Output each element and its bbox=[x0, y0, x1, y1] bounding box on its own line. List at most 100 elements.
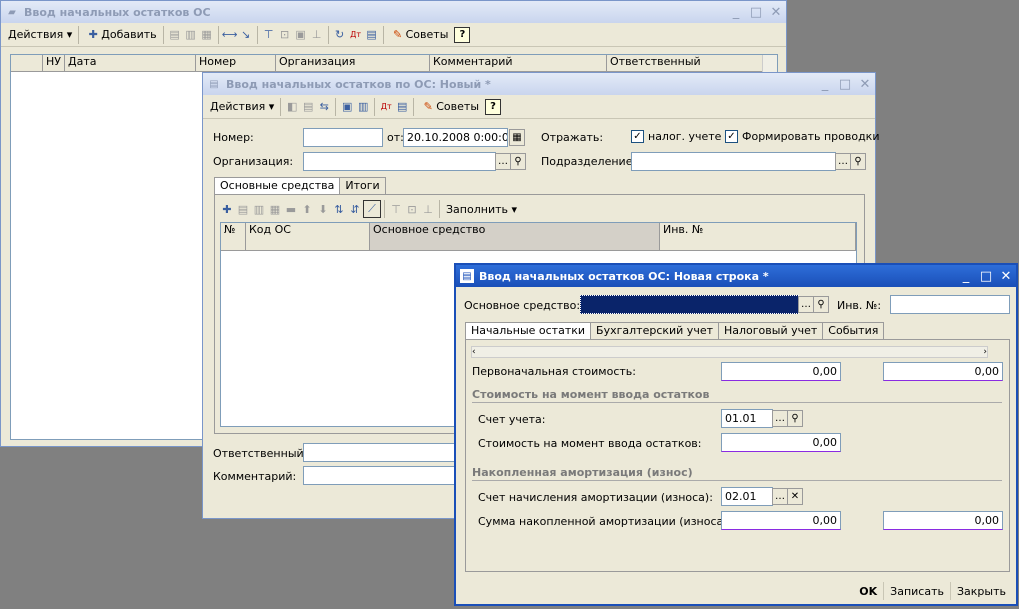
help-button[interactable]: ? bbox=[482, 97, 504, 117]
list-window-titlebar[interactable]: ▰ Ввод начальных остатков ОС _ □ ✕ bbox=[1, 1, 786, 23]
column-header[interactable]: Дата bbox=[65, 55, 196, 72]
report-icon[interactable]: ▤ bbox=[364, 27, 380, 43]
actions-menu[interactable]: Действия ▾ bbox=[5, 25, 75, 45]
select-icon[interactable]: … bbox=[835, 153, 851, 170]
organization-field[interactable] bbox=[303, 152, 496, 171]
column-header[interactable]: Ответственный bbox=[607, 55, 763, 72]
scroll-left-icon[interactable]: ‹ bbox=[472, 347, 476, 357]
filter-icon[interactable]: ⊤ bbox=[261, 27, 277, 43]
tab-fixed-assets[interactable]: Основные средства bbox=[214, 177, 341, 195]
select-icon[interactable]: … bbox=[772, 488, 788, 505]
report-icon[interactable]: ▤ bbox=[394, 99, 410, 115]
help-button[interactable]: ? bbox=[451, 25, 473, 45]
column-header[interactable]: Инв. № bbox=[660, 223, 856, 251]
edit-mode-icon[interactable]: ⟋ bbox=[363, 200, 381, 218]
column-header[interactable]: № bbox=[221, 223, 246, 251]
horizontal-scrollbar[interactable]: ‹ › bbox=[471, 346, 988, 358]
ok-button[interactable]: OK bbox=[853, 582, 883, 600]
find-icon[interactable]: ↘ bbox=[238, 27, 254, 43]
move-up-icon[interactable]: ⬆ bbox=[299, 201, 315, 217]
filter-history-icon[interactable]: ▣ bbox=[293, 27, 309, 43]
refresh-icon[interactable]: ↻ bbox=[332, 27, 348, 43]
minimize-icon[interactable]: _ bbox=[726, 3, 746, 21]
tab-initial-balances[interactable]: Начальные остатки bbox=[465, 322, 592, 340]
column-header[interactable]: Организация bbox=[276, 55, 430, 72]
tab-totals[interactable]: Итоги bbox=[339, 177, 386, 195]
row-dialog-titlebar[interactable]: ▤ Ввод начальных остатков ОС: Новая стро… bbox=[456, 265, 1016, 287]
select-icon[interactable]: … bbox=[495, 153, 511, 170]
tab-events[interactable]: События bbox=[822, 322, 885, 340]
search-icon[interactable]: ⚲ bbox=[850, 153, 866, 170]
sort-asc-icon[interactable]: ⇅ bbox=[331, 201, 347, 217]
select-icon[interactable]: … bbox=[798, 296, 814, 313]
column-header[interactable]: Код ОС bbox=[246, 223, 370, 251]
initial-cost-tax-field[interactable]: 0,00 bbox=[883, 362, 1003, 381]
print-icon[interactable]: ▥ bbox=[355, 99, 371, 115]
filter-value-icon[interactable]: ⊡ bbox=[404, 201, 420, 217]
save-button[interactable]: Записать bbox=[883, 582, 950, 600]
back-icon[interactable]: ◧ bbox=[284, 99, 300, 115]
actions-menu[interactable]: Действия ▾ bbox=[207, 97, 277, 117]
minimize-icon[interactable]: _ bbox=[815, 75, 835, 93]
search-icon[interactable]: ⚲ bbox=[787, 410, 803, 427]
filter-clear-icon[interactable]: ⊥ bbox=[420, 201, 436, 217]
search-icon[interactable]: ⚲ bbox=[510, 153, 526, 170]
end-edit-icon[interactable]: ▬ bbox=[283, 201, 299, 217]
cost-at-entry-field[interactable]: 0,00 bbox=[721, 433, 841, 452]
tab-accounting[interactable]: Бухгалтерский учет bbox=[590, 322, 719, 340]
add-row-icon[interactable]: ✚ bbox=[219, 201, 235, 217]
delete-row-icon[interactable]: ▦ bbox=[267, 201, 283, 217]
tax-accounting-checkbox[interactable]: ✓ налог. учете bbox=[631, 130, 721, 143]
accumulated-depreciation-field[interactable]: 0,00 bbox=[721, 511, 841, 530]
tab-tax-accounting[interactable]: Налоговый учет bbox=[718, 322, 824, 340]
maximize-icon[interactable]: □ bbox=[746, 3, 766, 21]
initial-cost-field[interactable]: 0,00 bbox=[721, 362, 841, 381]
accumulated-depreciation-tax-field[interactable]: 0,00 bbox=[883, 511, 1003, 530]
copy-row-icon[interactable]: ▤ bbox=[235, 201, 251, 217]
generate-postings-checkbox[interactable]: ✓ Формировать проводки bbox=[725, 130, 879, 143]
close-button[interactable]: Закрыть bbox=[950, 582, 1012, 600]
maximize-icon[interactable]: □ bbox=[976, 267, 996, 285]
column-header[interactable]: Номер bbox=[196, 55, 276, 72]
search-icon[interactable]: ⚲ bbox=[813, 296, 829, 313]
delete-icon[interactable]: ▦ bbox=[199, 27, 215, 43]
fill-menu[interactable]: Заполнить ▾ bbox=[443, 199, 520, 219]
calendar-icon[interactable]: ▦ bbox=[509, 129, 525, 146]
sort-desc-icon[interactable]: ⇵ bbox=[347, 201, 363, 217]
filter-icon[interactable]: ⊤ bbox=[388, 201, 404, 217]
department-field[interactable] bbox=[631, 152, 836, 171]
column-header[interactable]: Комментарий bbox=[430, 55, 607, 72]
copy-icon[interactable]: ▤ bbox=[167, 27, 183, 43]
copy-icon[interactable]: ▤ bbox=[300, 99, 316, 115]
tips-button[interactable]: ✎ Советы bbox=[387, 25, 452, 45]
filter-value-icon[interactable]: ⊡ bbox=[277, 27, 293, 43]
clear-icon[interactable]: ✕ bbox=[787, 488, 803, 505]
column-header[interactable]: НУ bbox=[43, 55, 65, 72]
move-down-icon[interactable]: ⬇ bbox=[315, 201, 331, 217]
document-window-titlebar[interactable]: ▤ Ввод начальных остатков по ОС: Новый *… bbox=[203, 73, 875, 95]
close-icon[interactable]: ✕ bbox=[855, 75, 875, 93]
inv-number-field[interactable] bbox=[890, 295, 1010, 314]
edit-row-icon[interactable]: ▥ bbox=[251, 201, 267, 217]
add-button[interactable]: ✚ Добавить bbox=[82, 25, 159, 45]
tips-button[interactable]: ✎ Советы bbox=[417, 97, 482, 117]
post-icon[interactable]: ⇆ bbox=[316, 99, 332, 115]
edit-icon[interactable]: ▥ bbox=[183, 27, 199, 43]
number-field[interactable] bbox=[303, 128, 383, 147]
debit-credit-icon[interactable]: Дт bbox=[348, 27, 364, 43]
close-icon[interactable]: ✕ bbox=[996, 267, 1016, 285]
column-header[interactable]: Основное средство bbox=[370, 223, 660, 251]
fixed-asset-field[interactable] bbox=[580, 295, 799, 314]
account-field[interactable]: 01.01 bbox=[721, 409, 773, 428]
filter-clear-icon[interactable]: ⊥ bbox=[309, 27, 325, 43]
scroll-right-icon[interactable]: › bbox=[983, 347, 987, 357]
select-icon[interactable]: … bbox=[772, 410, 788, 427]
close-icon[interactable]: ✕ bbox=[766, 3, 786, 21]
minimize-icon[interactable]: _ bbox=[956, 267, 976, 285]
date-field[interactable]: 20.10.2008 0:00:00 bbox=[403, 128, 508, 147]
maximize-icon[interactable]: □ bbox=[835, 75, 855, 93]
depreciation-account-field[interactable]: 02.01 bbox=[721, 487, 773, 506]
debit-credit-icon[interactable]: Дт bbox=[378, 99, 394, 115]
save-icon[interactable]: ▣ bbox=[339, 99, 355, 115]
range-icon[interactable]: ⟷ bbox=[222, 27, 238, 43]
